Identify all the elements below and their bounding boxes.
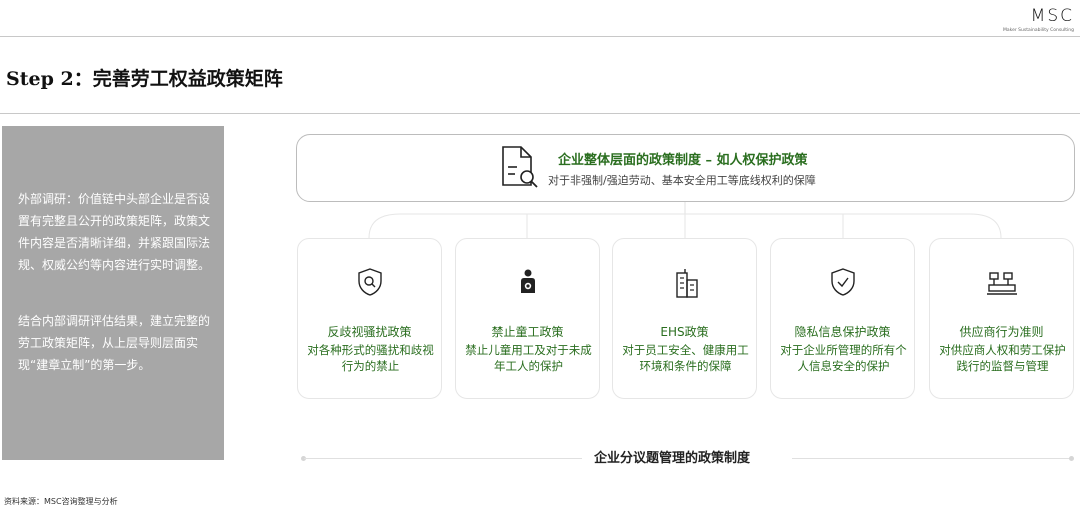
card-title: 反歧视骚扰政策 (327, 325, 412, 339)
card-description: 对各种形式的骚扰和歧视行为的禁止 (307, 343, 434, 373)
overall-policy-heading: 企业整体层面的政策制度 – 如人权保护政策 (558, 153, 808, 168)
overall-policy-description: 对于非强制/强迫劳动、基本安全用工等底线权利的保障 (548, 174, 816, 187)
card-title: 禁止童工政策 (491, 325, 564, 339)
card-description: 对于企业所管理的所有个人信息安全的保护 (780, 343, 907, 373)
overall-policy-box: 企业整体层面的政策制度 – 如人权保护政策 对于非强制/强迫劳动、基本安全用工等… (296, 134, 1075, 202)
shield-check-icon (771, 267, 914, 297)
policy-card-supplier-code: 供应商行为准则 对供应商人权和劳工保护践行的监督与管理 (929, 238, 1074, 399)
building-icon (613, 267, 756, 298)
card-title: 供应商行为准则 (959, 325, 1044, 339)
card-description: 禁止儿童用工及对于未成年工人的保护 (465, 343, 592, 373)
policy-card-ehs: EHS政策 对于员工安全、健康用工环境和条件的保障 (612, 238, 757, 399)
source-note: 资料来源：MSC咨询整理与分析 (4, 497, 118, 506)
shield-search-icon (298, 267, 441, 297)
supplier-factory-icon (930, 267, 1073, 297)
bottom-line-right (792, 458, 1070, 459)
card-description: 对于员工安全、健康用工环境和条件的保障 (622, 343, 749, 373)
policy-card-privacy: 隐私信息保护政策 对于企业所管理的所有个人信息安全的保护 (770, 238, 915, 399)
policy-card-child-labor: 禁止童工政策 禁止儿童用工及对于未成年工人的保护 (455, 238, 600, 399)
policy-card-anti-discrimination: 反歧视骚扰政策 对各种形式的骚扰和歧视行为的禁止 (297, 238, 442, 399)
card-description: 对供应商人权和劳工保护践行的监督与管理 (939, 343, 1066, 373)
bottom-line-right-dot (1069, 456, 1074, 461)
issue-policy-label: 企业分议题管理的政策制度 (594, 451, 751, 466)
bottom-line-left (304, 458, 582, 459)
card-title: 隐私信息保护政策 (794, 325, 891, 339)
child-icon (456, 267, 599, 297)
card-title: EHS政策 (660, 325, 709, 339)
document-search-icon (497, 143, 543, 193)
